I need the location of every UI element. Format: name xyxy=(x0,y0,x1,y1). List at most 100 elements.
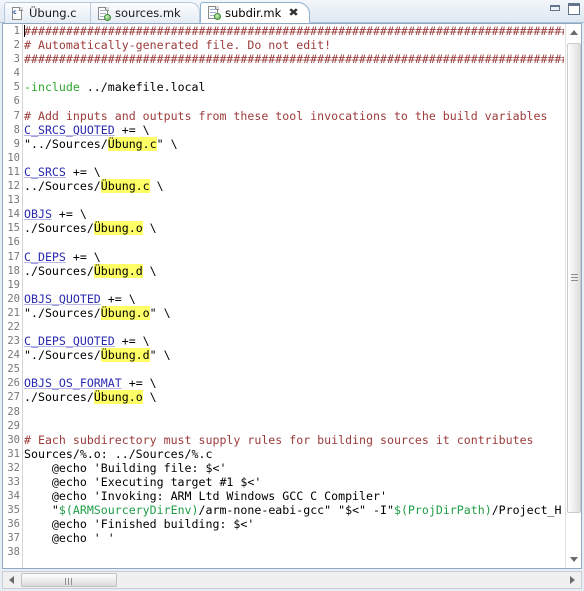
scroll-down-arrow-icon[interactable] xyxy=(566,551,582,568)
code-token: @echo 'Building file: $<' xyxy=(24,461,226,475)
code-line[interactable] xyxy=(24,362,564,376)
tab-sources-mk[interactable]: sources.mk xyxy=(90,2,200,23)
close-icon[interactable]: ✖ xyxy=(289,6,300,19)
code-line[interactable]: OBJS += \ xyxy=(24,207,564,221)
code-token: += \ xyxy=(115,334,150,348)
code-line[interactable]: # Add inputs and outputs from these tool… xyxy=(24,109,564,123)
tab-subdir-mk[interactable]: subdir.mk ✖ xyxy=(200,2,310,23)
maximize-icon[interactable] xyxy=(567,3,580,15)
code-line[interactable]: # Automatically-generated file. Do not e… xyxy=(24,38,564,52)
line-number: 3 xyxy=(3,52,22,66)
code-line[interactable]: ########################################… xyxy=(24,24,564,38)
code-line[interactable]: @echo ' ' xyxy=(24,531,564,545)
scroll-up-arrow-icon[interactable] xyxy=(566,24,582,41)
search-match-highlight: Übung.o xyxy=(94,221,143,235)
code-line[interactable] xyxy=(24,94,564,108)
horizontal-scrollbar[interactable] xyxy=(2,571,582,589)
code-line[interactable]: C_DEPS += \ xyxy=(24,250,564,264)
code-lines: ########################################… xyxy=(24,24,564,560)
code-token: @echo ' ' xyxy=(24,531,115,545)
code-token: # Automatically-generated file. Do not e… xyxy=(24,38,331,52)
code-line[interactable]: -include ../makefile.local xyxy=(24,80,564,94)
code-token: ########################################… xyxy=(24,52,564,66)
code-line[interactable]: ./Sources/Übung.o \ xyxy=(24,390,564,404)
minimize-icon[interactable] xyxy=(549,3,562,15)
line-number: 9 xyxy=(3,137,22,151)
code-line[interactable]: @echo 'Executing target #1 $<' xyxy=(24,475,564,489)
scroll-left-arrow-icon[interactable] xyxy=(3,572,20,588)
code-line[interactable] xyxy=(24,151,564,165)
line-number: 32 xyxy=(3,461,22,475)
code-line[interactable] xyxy=(24,545,564,559)
line-number: 4 xyxy=(3,66,22,80)
code-line[interactable] xyxy=(24,235,564,249)
code-token: "./Sources/ xyxy=(24,348,101,362)
code-line[interactable]: ########################################… xyxy=(24,52,564,66)
code-token: # Add inputs and outputs from these tool… xyxy=(24,109,548,123)
code-token: OBJS_QUOTED xyxy=(24,292,101,306)
code-line[interactable]: ./Sources/Übung.d \ xyxy=(24,264,564,278)
code-line[interactable]: ./Sources/Übung.o \ xyxy=(24,221,564,235)
code-token: " xyxy=(24,503,59,517)
code-token: $(ProjDirPath) xyxy=(394,503,492,517)
line-number: 2 xyxy=(3,38,22,52)
code-token: \ xyxy=(143,264,157,278)
code-token: " \ xyxy=(150,306,171,320)
code-token: OBJS_OS_FORMAT xyxy=(24,376,122,390)
line-number: 11 xyxy=(3,165,22,179)
code-line[interactable]: OBJS_QUOTED += \ xyxy=(24,292,564,306)
code-line[interactable]: # Each subdirectory must supply rules fo… xyxy=(24,433,564,447)
tab-uebung-c[interactable]: c Übung.c xyxy=(4,2,104,23)
horizontal-scroll-thumb[interactable] xyxy=(21,573,117,587)
code-token: # Each subdirectory must supply rules fo… xyxy=(24,433,534,447)
code-token: += \ xyxy=(122,376,157,390)
code-line[interactable]: "./Sources/Übung.d" \ xyxy=(24,348,564,362)
line-number: 19 xyxy=(3,278,22,292)
line-number: 24 xyxy=(3,348,22,362)
line-number: 35 xyxy=(3,503,22,517)
code-token: ../makefile.local xyxy=(80,80,206,94)
search-match-highlight: Übung.c xyxy=(101,179,150,193)
line-number: 38 xyxy=(3,545,22,559)
code-line[interactable]: @echo 'Finished building: $<' xyxy=(24,517,564,531)
code-line[interactable]: C_DEPS_QUOTED += \ xyxy=(24,334,564,348)
code-line[interactable]: @echo 'Building file: $<' xyxy=(24,461,564,475)
makefile-icon xyxy=(207,5,220,20)
code-line[interactable]: OBJS_OS_FORMAT += \ xyxy=(24,376,564,390)
line-number: 23 xyxy=(3,334,22,348)
line-number: 5 xyxy=(3,80,22,94)
search-match-highlight: Übung.o xyxy=(101,306,150,320)
line-number-gutter: 1234567891011121314151617181920212223242… xyxy=(3,24,23,568)
code-token: " \ xyxy=(150,348,171,362)
line-number: 34 xyxy=(3,489,22,503)
code-line[interactable]: C_SRCS_QUOTED += \ xyxy=(24,123,564,137)
code-line[interactable] xyxy=(24,419,564,433)
code-token: C_DEPS_QUOTED xyxy=(24,334,115,348)
scroll-right-arrow-icon[interactable] xyxy=(564,572,581,588)
code-line[interactable]: Sources/%.o: ../Sources/%.c xyxy=(24,447,564,461)
code-line[interactable]: C_SRCS += \ xyxy=(24,165,564,179)
code-line[interactable] xyxy=(24,405,564,419)
code-line[interactable]: "./Sources/Übung.o" \ xyxy=(24,306,564,320)
code-token: += \ xyxy=(115,123,150,137)
editor-window: c Übung.c sources.mk subdir.mk ✖ 1234567… xyxy=(0,0,584,591)
code-line[interactable]: "$(ARMSourceryDirEnv)/arm-none-eabi-gcc"… xyxy=(24,503,564,517)
code-token: Sources/%.o: ../Sources/%.c xyxy=(24,447,212,461)
code-token: OBJS xyxy=(24,207,52,221)
code-line[interactable] xyxy=(24,193,564,207)
vertical-scrollbar[interactable] xyxy=(565,24,581,568)
makefile-icon xyxy=(97,6,110,21)
line-number: 10 xyxy=(3,151,22,165)
code-text-area[interactable]: ########################################… xyxy=(24,24,564,568)
code-token: += \ xyxy=(52,207,87,221)
search-match-highlight: Übung.d xyxy=(94,264,143,278)
code-line[interactable]: "../Sources/Übung.c" \ xyxy=(24,137,564,151)
code-line[interactable] xyxy=(24,278,564,292)
code-line[interactable]: @echo 'Invoking: ARM Ltd Windows GCC C C… xyxy=(24,489,564,503)
code-token: ########################################… xyxy=(24,24,564,38)
code-line[interactable] xyxy=(24,66,564,80)
vertical-scroll-thumb[interactable] xyxy=(567,43,581,513)
code-line[interactable] xyxy=(24,320,564,334)
source-editor[interactable]: 1234567891011121314151617181920212223242… xyxy=(2,23,582,569)
code-line[interactable]: ../Sources/Übung.c \ xyxy=(24,179,564,193)
